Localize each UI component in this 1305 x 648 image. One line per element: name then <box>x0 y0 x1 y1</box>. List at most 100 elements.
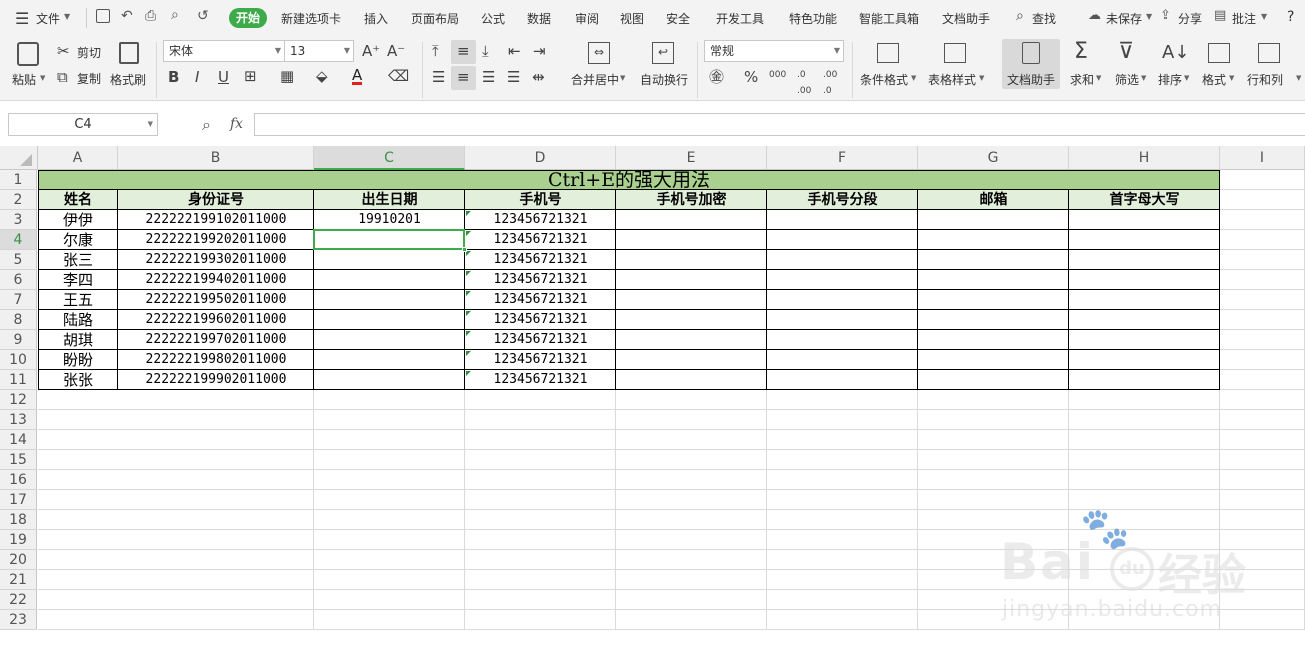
tab-view[interactable]: 视图 <box>620 10 644 27</box>
table-cell[interactable]: 张三 <box>38 250 118 270</box>
table-cell[interactable]: 222222199702011000 <box>118 330 314 350</box>
table-cell[interactable]: 123456721321 <box>465 330 616 350</box>
border-icon[interactable]: ⊞ <box>244 68 257 84</box>
column-header-b[interactable]: B <box>118 146 314 170</box>
table-cell[interactable]: 123456721321 <box>465 250 616 270</box>
row-header-12[interactable]: 12 <box>0 390 37 410</box>
increase-decimal-icon[interactable]: .0.00 <box>797 67 811 99</box>
underline-icon[interactable]: U <box>218 69 229 85</box>
tab-data[interactable]: 数据 <box>527 10 551 27</box>
column-header-e[interactable]: E <box>616 146 767 170</box>
font-name-select[interactable]: 宋体 ▼ <box>163 40 285 62</box>
column-title-3[interactable]: 出生日期 <box>314 190 465 210</box>
wrap-text-button[interactable]: 自动换行 <box>640 71 688 88</box>
column-header-a[interactable]: A <box>38 146 118 170</box>
column-title-5[interactable]: 手机号加密 <box>616 190 767 210</box>
thousands-icon[interactable]: 000 <box>769 67 786 83</box>
doc-assistant-button[interactable]: 文档助手 <box>1007 71 1055 88</box>
tab-smart-toolbox[interactable]: 智能工具箱 <box>859 10 919 27</box>
table-cell[interactable]: 李四 <box>38 270 118 290</box>
row-header-8[interactable]: 8 <box>0 310 37 330</box>
column-header-h[interactable]: H <box>1069 146 1220 170</box>
table-cell[interactable]: 张张 <box>38 370 118 390</box>
align-top-icon[interactable]: ⤒ <box>432 43 439 59</box>
table-cell[interactable]: 222222199402011000 <box>118 270 314 290</box>
row-header-2[interactable]: 2 <box>0 190 37 210</box>
column-title-8[interactable]: 首字母大写 <box>1069 190 1220 210</box>
tab-security[interactable]: 安全 <box>666 10 690 27</box>
format-painter-button[interactable]: 格式刷 <box>110 71 146 88</box>
justify-icon[interactable]: ☰ <box>507 69 520 85</box>
row-header-16[interactable]: 16 <box>0 470 37 490</box>
filter-button[interactable]: 筛选 <box>1115 71 1139 88</box>
search-icon[interactable]: ⌕ <box>1016 8 1024 24</box>
column-title-6[interactable]: 手机号分段 <box>767 190 918 210</box>
print-icon[interactable]: ⎙ <box>145 8 156 24</box>
row-header-3[interactable]: 3 <box>0 210 37 230</box>
row-header-15[interactable]: 15 <box>0 450 37 470</box>
row-header-22[interactable]: 22 <box>0 590 37 610</box>
row-column-button[interactable]: 行和列 <box>1247 71 1283 88</box>
align-center-icon[interactable]: ≡ <box>457 69 470 85</box>
comment-button[interactable]: 批注 <box>1232 10 1256 27</box>
row-header-21[interactable]: 21 <box>0 570 37 590</box>
row-header-23[interactable]: 23 <box>0 610 37 630</box>
decrease-decimal-icon[interactable]: .00.0 <box>823 67 837 99</box>
row-header-5[interactable]: 5 <box>0 250 37 270</box>
table-cell[interactable]: 陆路 <box>38 310 118 330</box>
tab-developer[interactable]: 开发工具 <box>716 10 764 27</box>
zoom-icon[interactable]: ⌕ <box>202 115 211 135</box>
column-title-2[interactable]: 身份证号 <box>118 190 314 210</box>
align-right-icon[interactable]: ☰ <box>482 69 495 85</box>
unsaved-status[interactable]: 未保存 <box>1106 10 1142 27</box>
column-title-4[interactable]: 手机号 <box>465 190 616 210</box>
save-icon[interactable] <box>96 9 110 23</box>
column-header-i[interactable]: I <box>1220 146 1305 170</box>
file-menu[interactable]: 文件 <box>36 10 60 27</box>
number-format-select[interactable]: 常规 ▼ <box>704 40 844 62</box>
sum-button[interactable]: 求和 <box>1070 71 1094 88</box>
tab-special-features[interactable]: 特色功能 <box>789 10 837 27</box>
table-cell[interactable]: 222222199302011000 <box>118 250 314 270</box>
font-color-icon[interactable]: A <box>352 68 363 85</box>
table-cell[interactable]: 222222199602011000 <box>118 310 314 330</box>
help-button[interactable]: ? <box>1287 9 1294 25</box>
fill-color-icon[interactable]: ▦ <box>280 68 294 84</box>
decrease-font-icon[interactable]: A⁻ <box>387 43 405 59</box>
row-header-1[interactable]: 1 <box>0 170 37 190</box>
indent-icon[interactable]: ⇥ <box>533 43 546 59</box>
align-left-icon[interactable]: ☰ <box>432 69 445 85</box>
bold-icon[interactable]: B <box>168 69 179 85</box>
sort-button[interactable]: 排序 <box>1158 71 1182 88</box>
share-button[interactable]: 分享 <box>1178 10 1202 27</box>
undo-history-icon[interactable]: ↶ <box>121 8 133 24</box>
tab-insert[interactable]: 插入 <box>364 10 388 27</box>
conditional-format-button[interactable]: 条件格式 <box>860 71 908 88</box>
fx-button[interactable]: fx <box>230 116 243 132</box>
tab-new-tab[interactable]: 新建选项卡 <box>281 10 341 27</box>
currency-icon[interactable]: ㊎ <box>709 69 724 85</box>
table-cell[interactable]: 123456721321 <box>465 310 616 330</box>
table-cell[interactable] <box>314 330 465 350</box>
column-header-g[interactable]: G <box>918 146 1069 170</box>
table-cell[interactable] <box>314 270 465 290</box>
tab-doc-assistant[interactable]: 文档助手 <box>942 10 990 27</box>
format-button[interactable]: 格式 <box>1202 71 1226 88</box>
sheet-title[interactable]: Ctrl+E的强大用法 <box>38 171 1220 191</box>
table-style-button[interactable]: 表格样式 <box>928 71 976 88</box>
table-cell[interactable]: 123456721321 <box>465 290 616 310</box>
row-header-20[interactable]: 20 <box>0 550 37 570</box>
table-cell[interactable]: 222222199102011000 <box>118 210 314 230</box>
table-cell[interactable]: 19910201 <box>314 210 465 230</box>
table-cell[interactable]: 胡琪 <box>38 330 118 350</box>
tab-formulas[interactable]: 公式 <box>481 10 505 27</box>
column-title-7[interactable]: 邮箱 <box>918 190 1069 210</box>
paint-bucket-icon[interactable]: ⬙ <box>316 68 328 84</box>
merge-center-button[interactable]: 合并居中 <box>571 71 619 88</box>
row-header-13[interactable]: 13 <box>0 410 37 430</box>
eraser-icon[interactable]: ⌫ <box>388 68 409 84</box>
search-label[interactable]: 查找 <box>1032 10 1056 27</box>
italic-icon[interactable]: I <box>195 69 199 85</box>
table-cell[interactable]: 伊伊 <box>38 210 118 230</box>
select-all-corner[interactable] <box>0 146 38 170</box>
